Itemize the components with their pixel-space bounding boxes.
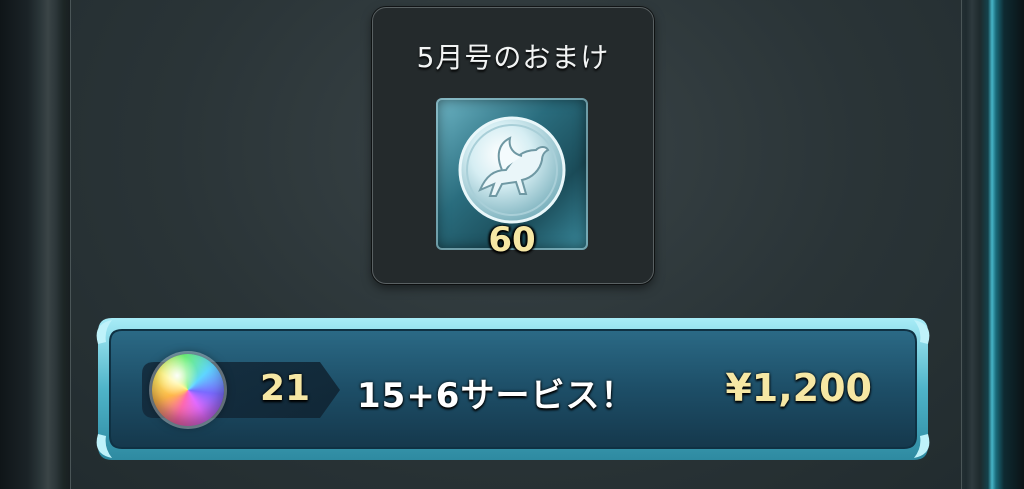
bonus-item-count: 60 bbox=[488, 220, 536, 260]
rainbow-orb-icon bbox=[152, 354, 224, 426]
bonus-item-tile: 60 bbox=[436, 98, 588, 260]
bonus-card: 5月号のおまけ 60 bbox=[372, 7, 654, 284]
orb-count: 21 bbox=[260, 368, 311, 409]
bundle-description: 15+6サービス！ bbox=[357, 376, 636, 416]
bonus-title: 5月号のおまけ bbox=[416, 41, 610, 74]
orb-purchase-button[interactable]: 21 15+6サービス！ ¥1,200 bbox=[94, 314, 932, 464]
price-label: ¥1,200 bbox=[725, 366, 872, 410]
